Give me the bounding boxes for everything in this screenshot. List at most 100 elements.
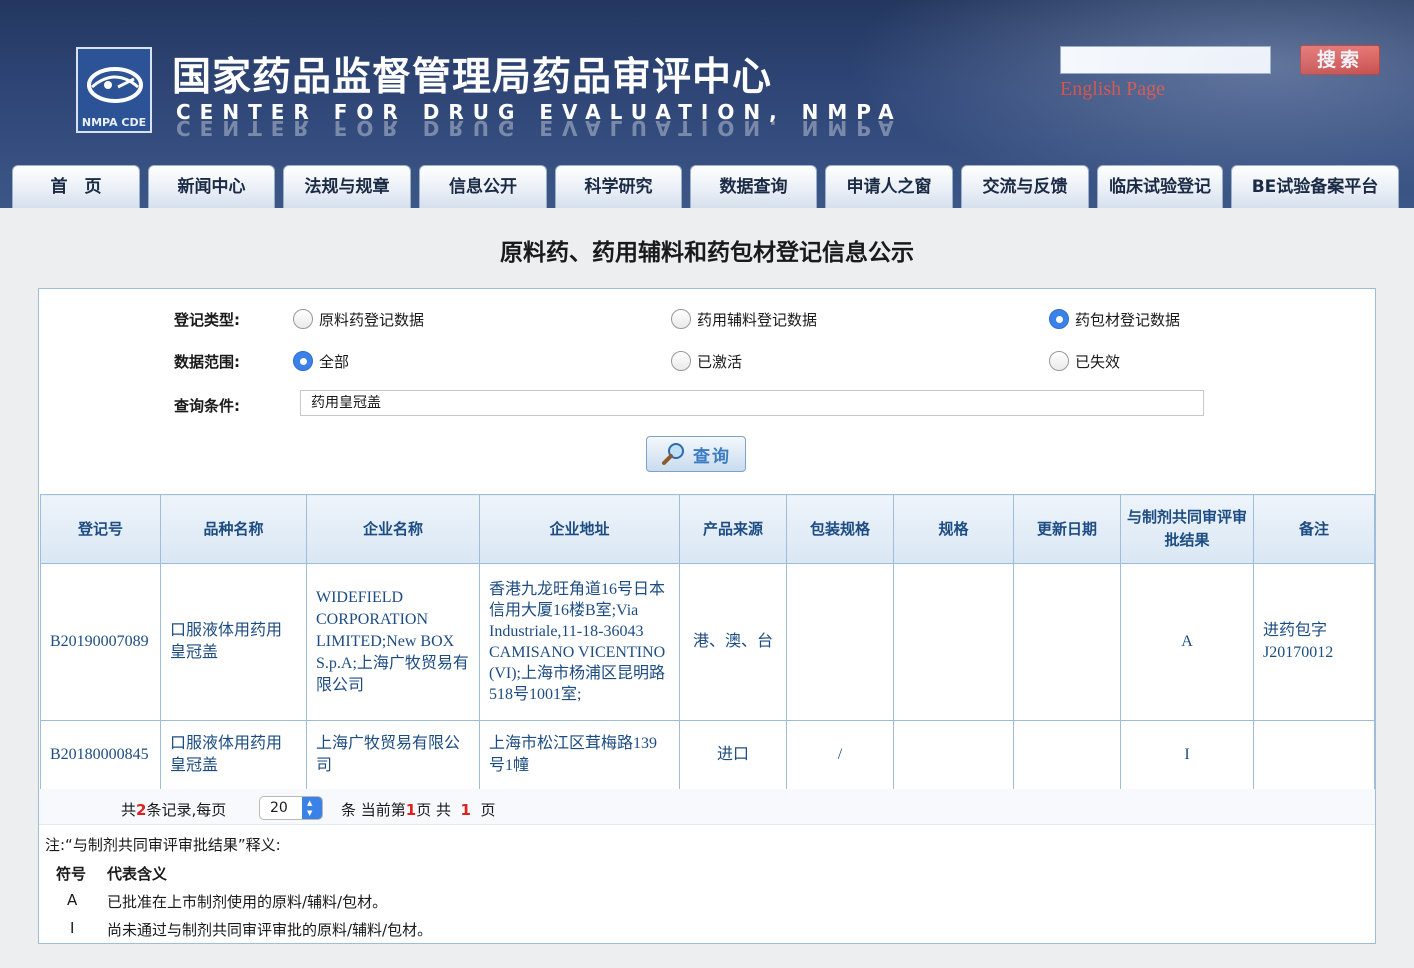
- radio-scope-expired-label: 已失效: [1075, 352, 1121, 371]
- cell-remark: [1253, 720, 1375, 790]
- nav-tab-be-platform[interactable]: BE试验备案平台: [1231, 165, 1399, 208]
- radio-scope-expired[interactable]: 已失效: [1049, 349, 1120, 373]
- site-title: 国家药品监督管理局药品审评中心: [172, 55, 773, 100]
- pagination-total: 共2条记录,每页: [121, 799, 226, 820]
- nav-tab-clinical-trials[interactable]: 临床试验登记: [1097, 165, 1223, 208]
- cell-review-result: I: [1120, 720, 1254, 790]
- logo-caption: NMPA CDE: [81, 116, 147, 129]
- pager-total-count: 2: [136, 801, 147, 819]
- pagination-status: 条 当前第1页 共 1 页: [341, 799, 496, 820]
- col-header-spec[interactable]: 规格: [893, 494, 1014, 564]
- table-row[interactable]: B20180000845 口服液体用药用皇冠盖 上海广牧贸易有限公司 上海市松江…: [40, 720, 1375, 790]
- nav-tab-applicant[interactable]: 申请人之窗: [825, 165, 953, 208]
- site-subtitle-reflection: CENTER FOR DRUG EVALUATION, NMPA: [176, 118, 903, 140]
- cell-spec: [893, 563, 1014, 721]
- pager-text: 条记录,每页: [146, 801, 227, 819]
- cell-source: 港、澳、台: [679, 563, 787, 721]
- main-nav: 首 页 新闻中心 法规与规章 信息公开 科学研究 数据查询 申请人之窗 交流与反…: [0, 162, 1414, 208]
- radio-scope-all-label: 全部: [319, 352, 350, 371]
- table-header-row: 登记号 品种名称 企业名称 企业地址 产品来源 包装规格 规格 更新日期 与制剂…: [40, 494, 1375, 564]
- nav-tab-disclosure[interactable]: 信息公开: [419, 165, 547, 208]
- pagination-bar: 共2条记录,每页 20 条 当前第1页 共 1 页: [39, 789, 1375, 825]
- cell-package-spec: [786, 563, 894, 721]
- cell-company: 上海广牧贸易有限公司: [306, 720, 480, 790]
- cell-source: 进口: [679, 720, 787, 790]
- legend-meaning: 已批准在上市制剂使用的原料/辅料/包材。: [107, 893, 388, 911]
- cell-company: WIDEFIELD CORPORATION LIMITED;New BOX S.…: [306, 563, 480, 721]
- cell-update-date: [1013, 720, 1121, 790]
- radio-scope-active-label: 已激活: [697, 352, 743, 371]
- cell-reg-no[interactable]: B20180000845: [40, 720, 161, 790]
- table-row[interactable]: B20190007089 口服液体用药用皇冠盖 WIDEFIELD CORPOR…: [40, 563, 1375, 721]
- page-title: 原料药、药用辅料和药包材登记信息公示: [500, 240, 914, 266]
- cell-package-spec: /: [786, 720, 894, 790]
- nav-tab-data-query[interactable]: 数据查询: [690, 165, 817, 208]
- nav-tab-home[interactable]: 首 页: [12, 165, 140, 208]
- cell-remark: 进药包字J20170012: [1253, 563, 1375, 721]
- stepper-arrows-icon[interactable]: [302, 797, 322, 819]
- cell-spec: [893, 720, 1014, 790]
- cell-update-date: [1013, 563, 1121, 721]
- pager-total-pages: 1: [460, 801, 471, 819]
- col-header-update-date[interactable]: 更新日期: [1013, 494, 1121, 564]
- cell-product: 口服液体用药用皇冠盖: [160, 720, 307, 790]
- nav-tab-feedback[interactable]: 交流与反馈: [961, 165, 1089, 208]
- radio-scope-all[interactable]: 全部: [293, 349, 349, 373]
- radio-type-packaging-label: 药包材登记数据: [1075, 310, 1181, 329]
- pager-text: 共: [121, 801, 137, 819]
- col-header-source[interactable]: 产品来源: [679, 494, 787, 564]
- query-button-label: 查询: [693, 446, 731, 467]
- legend-title: 注:“与制剂共同审评审批结果”释义:: [45, 836, 281, 854]
- results-table: 登记号 品种名称 企业名称 企业地址 产品来源 包装规格 规格 更新日期 与制剂…: [40, 494, 1375, 790]
- query-condition-label: 查询条件:: [174, 397, 240, 415]
- legend-head-meaning: 代表含义: [107, 865, 168, 883]
- radio-type-api-label: 原料药登记数据: [319, 310, 425, 329]
- nav-tab-research[interactable]: 科学研究: [555, 165, 682, 208]
- site-search-input[interactable]: [1060, 46, 1271, 74]
- radio-checked-icon[interactable]: [1049, 309, 1069, 329]
- legend-symbol: I: [70, 919, 75, 937]
- query-button[interactable]: 查询: [646, 436, 746, 472]
- registration-type-label: 登记类型:: [174, 311, 240, 329]
- site-search-button[interactable]: 搜索: [1300, 45, 1380, 75]
- cell-address: 上海市松江区茸梅路139号1幢: [479, 720, 680, 790]
- col-header-reg-no[interactable]: 登记号: [40, 494, 161, 564]
- col-header-remark[interactable]: 备注: [1253, 494, 1375, 564]
- page-size-value: 20: [270, 800, 288, 816]
- radio-checked-icon[interactable]: [293, 351, 313, 371]
- radio-type-api[interactable]: 原料药登记数据: [293, 307, 424, 331]
- magnifier-icon: [662, 443, 684, 465]
- english-page-link[interactable]: English Page: [1060, 78, 1165, 101]
- radio-unchecked-icon[interactable]: [671, 351, 691, 371]
- legend-meaning: 尚未通过与制剂共同审评审批的原料/辅料/包材。: [107, 921, 433, 939]
- data-scope-label: 数据范围:: [174, 353, 240, 371]
- cell-reg-no[interactable]: B20190007089: [40, 563, 161, 721]
- pager-text: 条 当前第: [341, 801, 406, 819]
- col-header-company[interactable]: 企业名称: [306, 494, 480, 564]
- page-size-select[interactable]: 20: [259, 796, 323, 820]
- radio-unchecked-icon[interactable]: [1049, 351, 1069, 371]
- nav-tab-news[interactable]: 新闻中心: [148, 165, 275, 208]
- radio-type-excipient-label: 药用辅料登记数据: [697, 310, 818, 329]
- pager-current-page: 1: [405, 801, 417, 819]
- cell-review-result: A: [1120, 563, 1254, 721]
- nav-tab-regulations[interactable]: 法规与规章: [283, 165, 411, 208]
- cell-address: 香港九龙旺角道16号日本信用大厦16楼B室;Via Industriale,11…: [479, 563, 680, 721]
- col-header-address[interactable]: 企业地址: [479, 494, 680, 564]
- legend-symbol: A: [67, 891, 78, 909]
- col-header-product[interactable]: 品种名称: [160, 494, 307, 564]
- radio-unchecked-icon[interactable]: [293, 309, 313, 329]
- cell-product: 口服液体用药用皇冠盖: [160, 563, 307, 721]
- radio-type-excipient[interactable]: 药用辅料登记数据: [671, 307, 817, 331]
- radio-unchecked-icon[interactable]: [671, 309, 691, 329]
- col-header-package-spec[interactable]: 包装规格: [786, 494, 894, 564]
- search-panel: 登记类型: 原料药登记数据 药用辅料登记数据 药包材登记数据 数据范围: 全部 …: [38, 288, 1376, 944]
- col-header-review-result[interactable]: 与制剂共同审评审批结果: [1120, 494, 1254, 564]
- radio-type-packaging[interactable]: 药包材登记数据: [1049, 307, 1180, 331]
- pager-text: 页: [480, 801, 496, 819]
- nmpa-logo[interactable]: NMPA CDE: [76, 47, 152, 133]
- logo-emblem-icon: [87, 67, 143, 103]
- legend-head-symbol: 符号: [56, 865, 87, 883]
- query-condition-input[interactable]: 药用皇冠盖: [300, 390, 1204, 416]
- radio-scope-active[interactable]: 已激活: [671, 349, 742, 373]
